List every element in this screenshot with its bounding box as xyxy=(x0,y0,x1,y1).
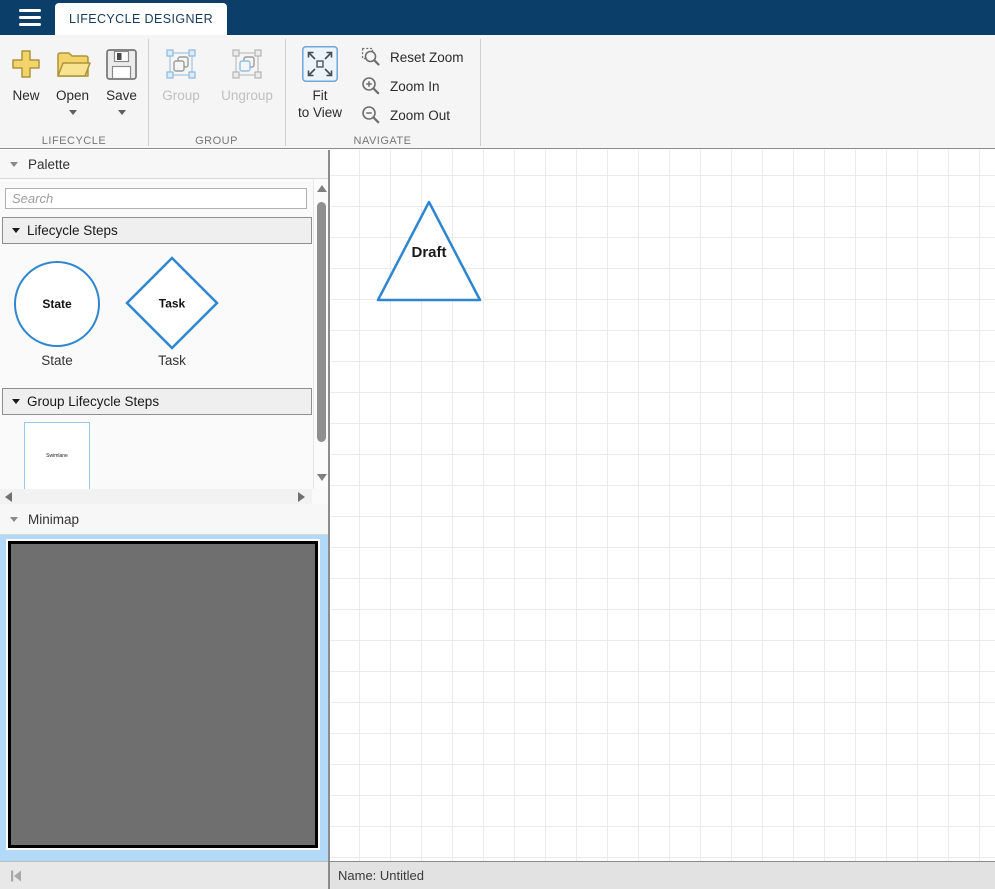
ribbon-toolbar: New Open Save xyxy=(0,35,995,149)
minimap[interactable] xyxy=(0,535,328,861)
minimap-panel-header[interactable]: Minimap xyxy=(0,504,328,535)
scroll-right-arrow-icon[interactable] xyxy=(298,492,305,502)
open-label: Open xyxy=(56,87,89,104)
hamburger-menu-button[interactable] xyxy=(10,0,50,35)
zoom-out-icon xyxy=(360,104,382,126)
section-header-group-lifecycle-steps[interactable]: Group Lifecycle Steps xyxy=(2,388,312,415)
state-shape-text: State xyxy=(42,297,71,311)
save-dropdown-caret-icon[interactable] xyxy=(118,110,126,115)
lifecycle-designer-app: LIFECYCLE DESIGNER New Open xyxy=(0,0,995,889)
hamburger-icon xyxy=(19,9,41,12)
collapse-panel-left-icon[interactable] xyxy=(8,868,24,884)
minimap-title: Minimap xyxy=(28,512,79,527)
open-button[interactable]: Open xyxy=(50,41,95,127)
palette-title: Palette xyxy=(28,157,70,172)
new-button[interactable]: New xyxy=(4,41,48,127)
diagram-canvas[interactable]: Draft xyxy=(330,150,995,861)
zoom-in-icon xyxy=(360,75,382,97)
new-label: New xyxy=(12,87,39,104)
save-label: Save xyxy=(106,87,137,104)
save-button[interactable]: Save xyxy=(99,41,144,127)
minimap-collapse-chevron-icon[interactable] xyxy=(10,517,18,522)
section-title: Lifecycle Steps xyxy=(27,223,118,238)
fit-to-view-button[interactable]: Fit to View xyxy=(292,41,348,127)
reset-zoom-icon xyxy=(360,46,382,68)
ribbon-divider xyxy=(480,39,481,146)
fit-to-view-icon xyxy=(302,46,338,82)
scroll-up-arrow-icon[interactable] xyxy=(317,185,327,192)
palette-collapse-chevron-icon[interactable] xyxy=(10,162,18,167)
open-dropdown-caret-icon[interactable] xyxy=(69,110,77,115)
fit-to-view-label-line1: Fit xyxy=(298,87,342,104)
section-collapse-chevron-icon xyxy=(12,399,20,404)
swimlane-shape-text: Swimlane xyxy=(46,453,68,459)
zoom-in-button[interactable]: Zoom In xyxy=(360,73,440,99)
reset-zoom-button[interactable]: Reset Zoom xyxy=(360,44,464,70)
scroll-down-arrow-icon[interactable] xyxy=(317,474,327,481)
palette-horizontal-scrollbar[interactable] xyxy=(0,489,312,504)
tab-label: LIFECYCLE DESIGNER xyxy=(69,12,213,26)
zoom-out-button[interactable]: Zoom Out xyxy=(360,102,450,128)
ungroup-button: Ungroup xyxy=(212,41,282,127)
task-shape-text: Task xyxy=(159,297,186,311)
canvas-shapes-layer: Draft xyxy=(330,150,995,861)
task-item-label: Task xyxy=(124,353,220,368)
group-section-label: GROUP xyxy=(148,135,285,147)
palette-body: Lifecycle Steps State State Task Task Gr… xyxy=(0,179,328,489)
ungroup-icon xyxy=(232,49,262,79)
zoom-in-label: Zoom In xyxy=(390,79,440,94)
open-folder-icon xyxy=(54,48,92,80)
tab-lifecycle-designer[interactable]: LIFECYCLE DESIGNER xyxy=(55,3,227,35)
ungroup-label: Ungroup xyxy=(221,87,273,104)
reset-zoom-label: Reset Zoom xyxy=(390,50,464,65)
state-item-label: State xyxy=(14,353,100,368)
group-button: Group xyxy=(152,41,210,127)
titlebar: LIFECYCLE DESIGNER xyxy=(0,0,995,35)
section-header-lifecycle-steps[interactable]: Lifecycle Steps xyxy=(2,217,312,244)
palette-item-task[interactable]: Task xyxy=(124,255,220,351)
draft-shape-text: Draft xyxy=(411,244,446,261)
ribbon-divider xyxy=(285,39,286,146)
vertical-scrollbar-thumb[interactable] xyxy=(317,202,326,442)
palette-item-state[interactable]: State xyxy=(14,261,100,347)
statusbar: Name: Untitled xyxy=(330,861,995,889)
palette-panel-header[interactable]: Palette xyxy=(0,150,328,179)
new-plus-icon xyxy=(9,47,43,81)
left-panel: Palette Lifecycle Steps State State Task… xyxy=(0,150,330,889)
palette-vertical-scrollbar[interactable] xyxy=(313,179,328,489)
section-title: Group Lifecycle Steps xyxy=(27,394,159,409)
save-floppy-icon xyxy=(105,48,138,81)
palette-search-input[interactable] xyxy=(5,188,307,209)
group-icon xyxy=(166,49,196,79)
scroll-left-arrow-icon[interactable] xyxy=(5,492,12,502)
section-collapse-chevron-icon xyxy=(12,228,20,233)
lifecycle-section-label: LIFECYCLE xyxy=(0,135,148,147)
navigate-section-label: NAVIGATE xyxy=(285,135,480,147)
diagram-name-label: Name: Untitled xyxy=(338,868,424,883)
palette-item-swimlane[interactable]: Swimlane xyxy=(24,422,90,490)
panel-bottom-bar xyxy=(0,861,328,889)
minimap-viewport[interactable] xyxy=(8,541,318,848)
ribbon-divider xyxy=(148,39,149,146)
group-label: Group xyxy=(162,87,200,104)
fit-to-view-label-line2: to View xyxy=(298,104,342,121)
zoom-out-label: Zoom Out xyxy=(390,108,450,123)
